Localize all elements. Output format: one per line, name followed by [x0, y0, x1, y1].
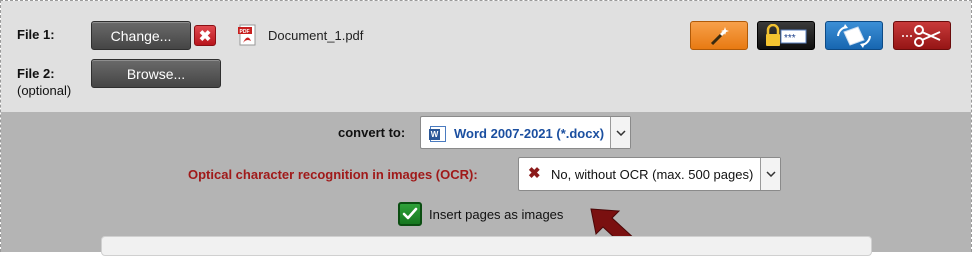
pdf-file-icon: PDF — [238, 24, 256, 46]
chevron-down-icon — [760, 158, 780, 190]
magic-wand-icon — [710, 26, 729, 45]
ocr-value: No, without OCR (max. 500 pages) — [551, 167, 754, 182]
change-file-button[interactable]: Change... — [91, 21, 191, 50]
convert-format-select[interactable]: Word 2007-2021 (*.docx) — [420, 116, 631, 149]
file2-label: File 2: — [17, 66, 55, 81]
checkmark-icon — [402, 207, 418, 220]
rotate-button[interactable] — [825, 21, 883, 50]
rotate-page-icon — [837, 23, 871, 48]
word-doc-icon — [429, 126, 446, 142]
password-button[interactable]: *** — [757, 21, 815, 50]
remove-file-button[interactable]: ✖ — [194, 25, 216, 46]
split-button[interactable] — [893, 21, 951, 50]
ocr-select[interactable]: ✖ No, without OCR (max. 500 pages) — [518, 157, 781, 191]
file-name: Document_1.pdf — [268, 28, 364, 43]
insert-images-label: Insert pages as images — [429, 207, 564, 222]
convert-panel — [101, 236, 872, 256]
magic-wand-button[interactable] — [690, 21, 748, 50]
file2-optional-label: (optional) — [17, 83, 72, 98]
scissors-icon — [902, 24, 941, 47]
svg-text:PDF: PDF — [240, 29, 250, 35]
insert-images-checkbox[interactable] — [398, 202, 422, 226]
ocr-label: Optical character recognition in images … — [188, 167, 478, 182]
close-icon: ✖ — [198, 27, 212, 45]
no-ocr-icon: ✖ — [528, 165, 541, 182]
file-upload-area — [1, 1, 971, 112]
convert-to-label: convert to: — [338, 125, 406, 140]
chevron-down-icon — [610, 117, 630, 148]
convert-format-value: Word 2007-2021 (*.docx) — [454, 126, 605, 141]
svg-text:***: *** — [784, 33, 796, 44]
browse-file-button[interactable]: Browse... — [91, 59, 221, 88]
file1-label: File 1: — [17, 27, 55, 42]
password-lock-icon: *** — [766, 23, 807, 46]
